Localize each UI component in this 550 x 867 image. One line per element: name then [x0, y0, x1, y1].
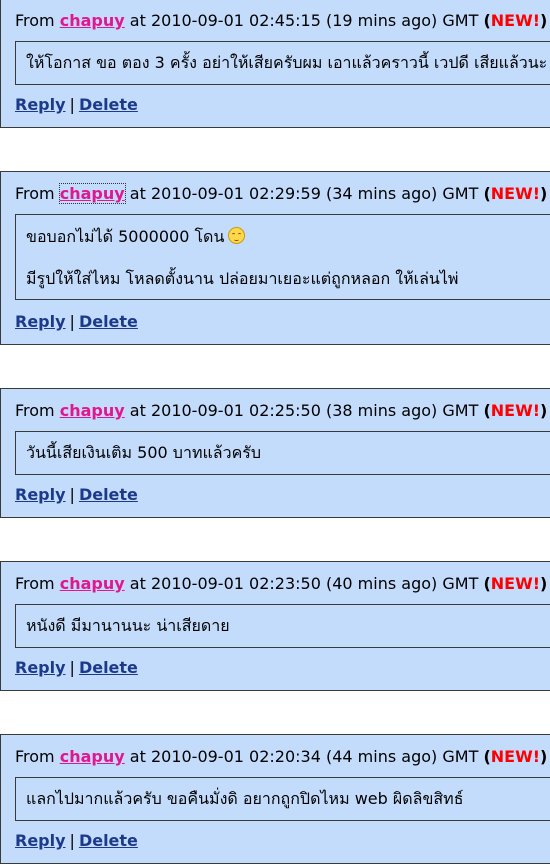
comment-body: ขอบอกไม่ได้ 5000000 โดน มีรูปให้ใส่ไหม โ…	[15, 214, 550, 300]
from-label: From	[15, 11, 55, 30]
comment-body: หนังดี มีมานานนะ น่าเสียดาย	[15, 604, 550, 648]
reply-link[interactable]: Reply	[15, 831, 66, 850]
author-link[interactable]: chapuy	[60, 747, 125, 766]
at-label: at	[129, 401, 146, 420]
comment-text: แลกไปมากแล้วครับ ขอคืนมั่งดิ อยากถูกปิดไ…	[26, 789, 464, 808]
reply-link[interactable]: Reply	[15, 312, 66, 331]
blushing-smiley-icon	[228, 227, 246, 244]
timezone-label: GMT	[442, 401, 479, 420]
comment-actions: Reply | Delete	[15, 312, 138, 332]
action-separator: |	[69, 312, 75, 331]
comment-actions: Reply | Delete	[15, 485, 138, 505]
comment-header: From chapuy at 2010-09-01 02:29:59 (34 m…	[15, 183, 548, 204]
comment-card: From chapuy at 2010-09-01 02:20:34 (44 m…	[0, 734, 550, 864]
comment-body: แลกไปมากแล้วครับ ขอคืนมั่งดิ อยากถูกปิดไ…	[15, 777, 550, 821]
delete-link[interactable]: Delete	[79, 95, 138, 114]
comment-text: ให้โอกาส ขอ ตอง 3 ครั้ง อย่าให้เสียครับผ…	[26, 53, 548, 72]
time-ago: (19 mins ago)	[325, 11, 438, 30]
reply-link[interactable]: Reply	[15, 95, 66, 114]
timestamp: 2010-09-01 02:20:34	[150, 747, 321, 766]
delete-link[interactable]: Delete	[79, 312, 138, 331]
timezone-label: GMT	[442, 747, 479, 766]
at-label: at	[129, 747, 146, 766]
comment-feed: From chapuy at 2010-09-01 02:45:15 (19 m…	[0, 0, 550, 867]
new-badge: (NEW!)	[483, 11, 548, 30]
from-label: From	[15, 747, 55, 766]
delete-link[interactable]: Delete	[79, 485, 138, 504]
comment-card: From chapuy at 2010-09-01 02:25:50 (38 m…	[0, 388, 550, 518]
author-link[interactable]: chapuy	[60, 401, 125, 420]
comment-actions: Reply | Delete	[15, 831, 138, 851]
comment-header: From chapuy at 2010-09-01 02:45:15 (19 m…	[15, 11, 547, 31]
delete-link[interactable]: Delete	[79, 831, 138, 850]
comment-card: From chapuy at 2010-09-01 02:29:59 (34 m…	[0, 171, 550, 345]
action-separator: |	[69, 831, 75, 850]
from-label: From	[15, 401, 55, 420]
new-badge: (NEW!)	[483, 574, 548, 593]
new-badge: (NEW!)	[483, 401, 548, 420]
at-label: at	[129, 574, 146, 593]
action-separator: |	[69, 485, 75, 504]
timestamp: 2010-09-01 02:23:50	[150, 574, 321, 593]
timestamp: 2010-09-01 02:29:59	[150, 184, 321, 203]
action-separator: |	[69, 95, 75, 114]
comment-header: From chapuy at 2010-09-01 02:20:34 (44 m…	[15, 747, 547, 767]
new-badge: (NEW!)	[483, 184, 548, 203]
comment-header: From chapuy at 2010-09-01 02:25:50 (38 m…	[15, 401, 547, 421]
action-separator: |	[69, 658, 75, 677]
reply-link[interactable]: Reply	[15, 485, 66, 504]
delete-link[interactable]: Delete	[79, 658, 138, 677]
comment-actions: Reply | Delete	[15, 95, 138, 115]
author-link[interactable]: chapuy	[58, 183, 126, 204]
timezone-label: GMT	[442, 11, 479, 30]
comment-card: From chapuy at 2010-09-01 02:23:50 (40 m…	[0, 561, 550, 691]
timezone-label: GMT	[442, 574, 479, 593]
timestamp: 2010-09-01 02:25:50	[150, 401, 321, 420]
time-ago: (34 mins ago)	[325, 184, 438, 203]
author-link[interactable]: chapuy	[60, 574, 125, 593]
time-ago: (44 mins ago)	[325, 747, 438, 766]
from-label: From	[15, 574, 55, 593]
at-label: at	[129, 11, 146, 30]
time-ago: (38 mins ago)	[325, 401, 438, 420]
comment-card: From chapuy at 2010-09-01 02:45:15 (19 m…	[0, 0, 550, 128]
new-badge: (NEW!)	[483, 747, 548, 766]
reply-link[interactable]: Reply	[15, 658, 66, 677]
time-ago: (40 mins ago)	[325, 574, 438, 593]
comment-text: มีรูปให้ใส่ไหม โหลดตั้งนาน ปล่อยมาเยอะแต…	[26, 269, 459, 288]
comment-actions: Reply | Delete	[15, 658, 138, 678]
from-label: From	[15, 184, 55, 203]
comment-body: ให้โอกาส ขอ ตอง 3 ครั้ง อย่าให้เสียครับผ…	[15, 41, 550, 85]
comment-text: ขอบอกไม่ได้ 5000000 โดน	[26, 227, 246, 247]
timezone-label: GMT	[442, 184, 479, 203]
author-link[interactable]: chapuy	[60, 11, 125, 30]
at-label: at	[129, 184, 146, 203]
timestamp: 2010-09-01 02:45:15	[150, 11, 321, 30]
comment-body: วันนี้เสียเงินเติม 500 บาทแล้วครับ	[15, 431, 550, 475]
comment-text: หนังดี มีมานานนะ น่าเสียดาย	[26, 616, 230, 635]
comment-header: From chapuy at 2010-09-01 02:23:50 (40 m…	[15, 574, 547, 594]
comment-text: วันนี้เสียเงินเติม 500 บาทแล้วครับ	[26, 443, 262, 462]
